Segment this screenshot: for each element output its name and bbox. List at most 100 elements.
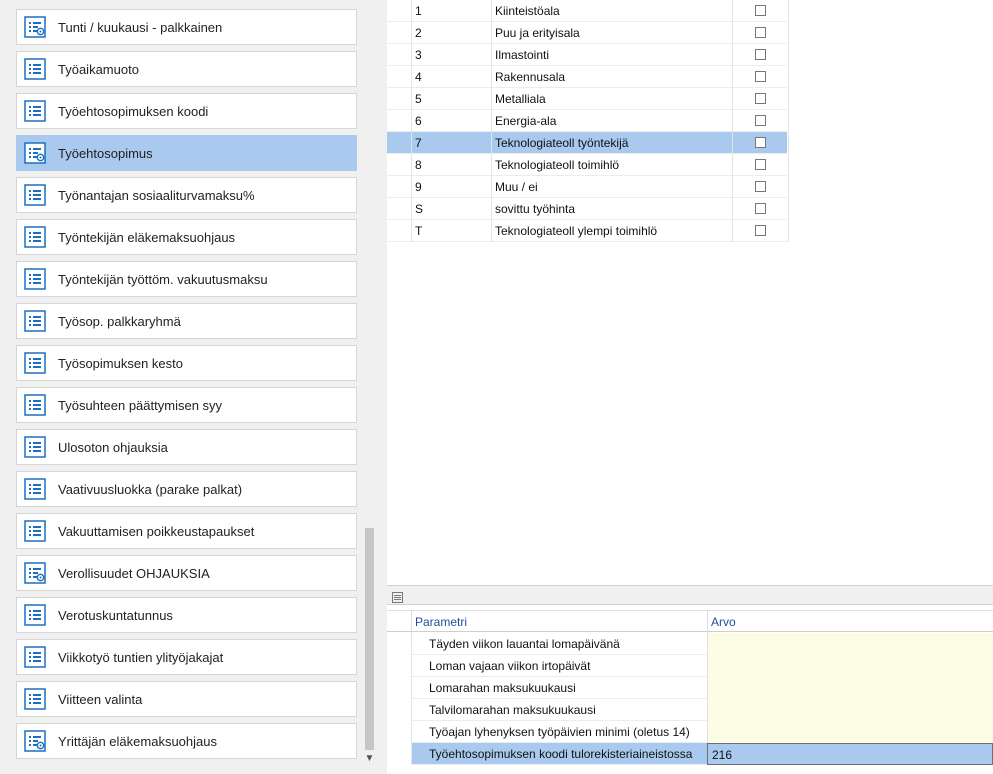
- list-item[interactable]: Yrittäjän eläkemaksuohjaus: [16, 723, 357, 759]
- name-cell: Teknologiateoll toimihlö: [495, 158, 620, 172]
- row-checkbox[interactable]: [755, 225, 766, 236]
- table-row[interactable]: 1 Kiinteistöala: [387, 0, 789, 22]
- name-cell: Kiinteistöala: [495, 4, 560, 18]
- list-item[interactable]: Työnantajan sosiaaliturvamaksu%: [16, 177, 357, 213]
- list-item[interactable]: Viikkotyö tuntien ylityöjakajat: [16, 639, 357, 675]
- list-item-label: Viikkotyö tuntien ylityöjakajat: [58, 649, 224, 665]
- scroll-down-arrow-icon[interactable]: ▼: [363, 752, 376, 765]
- column-header-parametri[interactable]: Parametri: [415, 611, 467, 633]
- left-scrollbar[interactable]: ▼: [361, 0, 378, 774]
- table-row[interactable]: 2 Puu ja erityisala: [387, 22, 789, 44]
- scrollbar-thumb[interactable]: [365, 528, 374, 750]
- value-cell[interactable]: [707, 655, 993, 677]
- column-header-arvo[interactable]: Arvo: [711, 611, 736, 633]
- name-cell: Energia-ala: [495, 114, 557, 128]
- list-item-label: Työsop. palkkaryhmä: [58, 313, 181, 329]
- row-checkbox[interactable]: [755, 71, 766, 82]
- code-cell: 7: [415, 136, 422, 150]
- list-icon: [24, 646, 46, 668]
- table-row[interactable]: 3 Ilmastointi: [387, 44, 789, 66]
- parameter-grid-header: Parametri Arvo: [387, 610, 993, 633]
- name-cell: sovittu työhinta: [495, 202, 576, 216]
- parameter-cell: Täyden viikon lauantai lomapäivänä: [411, 633, 707, 655]
- grid-menu-icon[interactable]: [392, 590, 403, 603]
- table-row[interactable]: Talvilomarahan maksukuukausi: [387, 699, 993, 721]
- value-cell[interactable]: [707, 633, 993, 655]
- left-panel: Tunti / kuukausi - palkkainen Työaikamuot…: [0, 0, 378, 774]
- list-icon: [24, 520, 46, 542]
- list-settings-icon: [24, 562, 46, 584]
- row-checkbox[interactable]: [755, 93, 766, 104]
- row-checkbox[interactable]: [755, 203, 766, 214]
- list-icon: [24, 226, 46, 248]
- list-icon: [24, 310, 46, 332]
- list-item-label: Työehtosopimuksen koodi: [58, 103, 209, 119]
- list-item[interactable]: Viitteen valinta: [16, 681, 357, 717]
- list-icon: [24, 58, 46, 80]
- list-item[interactable]: Työsop. palkkaryhmä: [16, 303, 357, 339]
- list-item[interactable]: Työsopimuksen kesto: [16, 345, 357, 381]
- code-cell: 5: [415, 92, 422, 106]
- value-cell[interactable]: [707, 699, 993, 721]
- table-row[interactable]: 8 Teknologiateoll toimihlö: [387, 154, 789, 176]
- list-item-label: Työsuhteen päättymisen syy: [58, 397, 223, 413]
- row-checkbox[interactable]: [755, 137, 766, 148]
- list-item[interactable]: Työntekijän eläkemaksuohjaus: [16, 219, 357, 255]
- list-item-label: Työnantajan sosiaaliturvamaksu%: [58, 187, 255, 203]
- table-row[interactable]: 5 Metalliala: [387, 88, 789, 110]
- right-panel: 1 Kiinteistöala 2 Puu ja erityisala 3 Ilmasto…: [387, 0, 993, 774]
- list-icon: [24, 100, 46, 122]
- list-item-label: Ulosoton ohjauksia: [58, 439, 168, 455]
- table-row[interactable]: 4 Rakennusala: [387, 66, 789, 88]
- list-item[interactable]: Vakuuttamisen poikkeustapaukset: [16, 513, 357, 549]
- row-checkbox[interactable]: [755, 27, 766, 38]
- name-cell: Metalliala: [495, 92, 546, 106]
- row-checkbox[interactable]: [755, 5, 766, 16]
- row-checkbox[interactable]: [755, 49, 766, 60]
- table-row[interactable]: Työehtosopimuksen koodi tulorekisteriain…: [387, 743, 993, 765]
- list-item[interactable]: Työsuhteen päättymisen syy: [16, 387, 357, 423]
- list-item[interactable]: Työehtosopimus: [16, 135, 357, 171]
- row-checkbox[interactable]: [755, 115, 766, 126]
- parameter-cell: Talvilomarahan maksukuukausi: [411, 699, 707, 721]
- row-checkbox[interactable]: [755, 181, 766, 192]
- name-cell: Teknologiateoll työntekijä: [495, 136, 629, 150]
- list-item[interactable]: Työehtosopimuksen koodi: [16, 93, 357, 129]
- table-row[interactable]: Lomarahan maksukuukausi: [387, 677, 993, 699]
- list-item-label: Verollisuudet OHJAUKSIA: [58, 565, 210, 581]
- list-item[interactable]: Työntekijän työttöm. vakuutusmaksu: [16, 261, 357, 297]
- list-item-label: Työsopimuksen kesto: [58, 355, 184, 371]
- list-settings-icon: [24, 142, 46, 164]
- value-cell[interactable]: 216: [707, 743, 993, 765]
- code-cell: 1: [415, 4, 422, 18]
- list-item[interactable]: Tunti / kuukausi - palkkainen: [16, 9, 357, 45]
- list-item-label: Työehtosopimus: [58, 145, 153, 161]
- splitter-bar[interactable]: [387, 585, 993, 605]
- list-item[interactable]: Verotuskuntatunnus: [16, 597, 357, 633]
- value-cell[interactable]: [707, 721, 993, 743]
- value-cell[interactable]: [707, 677, 993, 699]
- table-row[interactable]: Työajan lyhenyksen työpäivien minimi (ol…: [387, 721, 993, 743]
- table-row[interactable]: 7 Teknologiateoll työntekijä: [387, 132, 789, 154]
- list-item[interactable]: Työaikamuoto: [16, 51, 357, 87]
- name-cell: Rakennusala: [495, 70, 566, 84]
- list-icon: [24, 352, 46, 374]
- list-item[interactable]: Verollisuudet OHJAUKSIA: [16, 555, 357, 591]
- list-icon: [24, 436, 46, 458]
- row-checkbox[interactable]: [755, 159, 766, 170]
- list-item[interactable]: Vaativuusluokka (parake palkat): [16, 471, 357, 507]
- table-row[interactable]: T Teknologiateoll ylempi toimihlö: [387, 220, 789, 242]
- table-row[interactable]: 6 Energia-ala: [387, 110, 789, 132]
- name-cell: Teknologiateoll ylempi toimihlö: [495, 224, 658, 238]
- code-cell: 2: [415, 26, 422, 40]
- list-item-label: Verotuskuntatunnus: [58, 607, 173, 623]
- table-row[interactable]: Loman vajaan viikon irtopäivät: [387, 655, 993, 677]
- list-icon: [24, 394, 46, 416]
- list-icon: [24, 184, 46, 206]
- table-row[interactable]: Täyden viikon lauantai lomapäivänä: [387, 633, 993, 655]
- table-row[interactable]: Ssovittu työhinta: [387, 198, 789, 220]
- list-item[interactable]: Ulosoton ohjauksia: [16, 429, 357, 465]
- code-cell: 9: [415, 180, 422, 194]
- table-row[interactable]: 9 Muu / ei: [387, 176, 789, 198]
- list-icon: [24, 688, 46, 710]
